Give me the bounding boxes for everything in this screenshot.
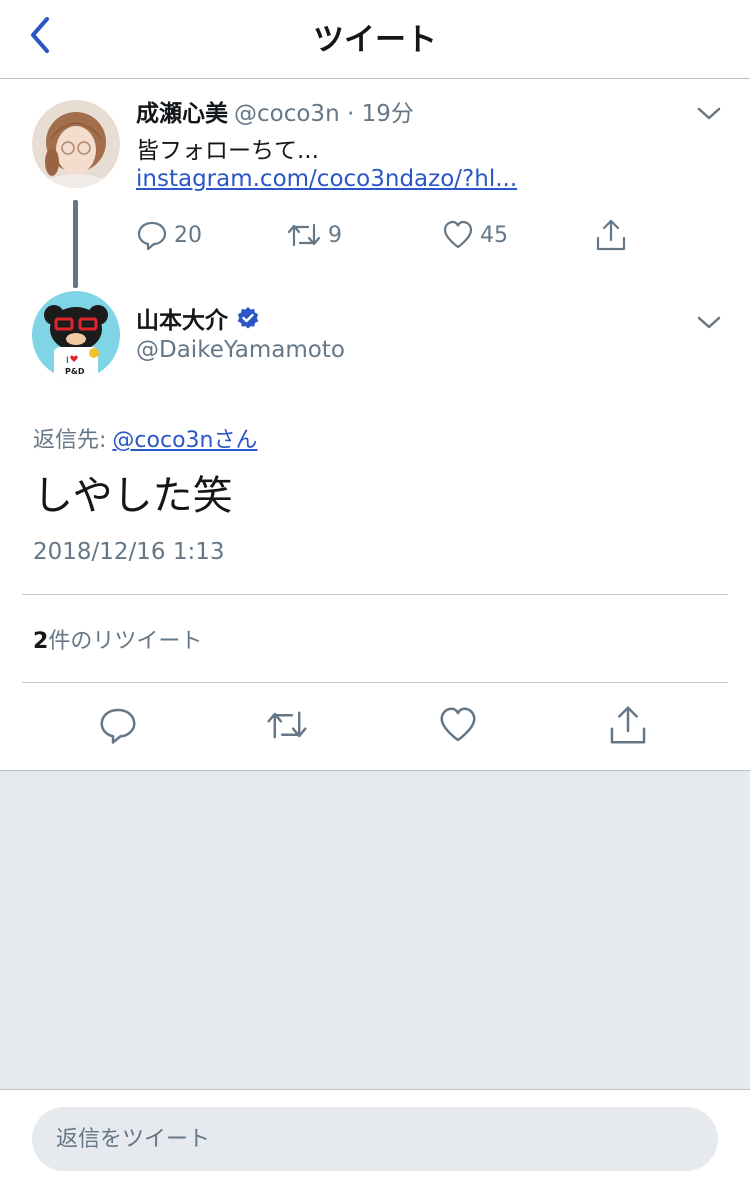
chevron-down-icon[interactable] — [694, 101, 724, 125]
share-icon — [610, 706, 646, 744]
tweet-detail: 成瀬心美 @coco3n · 19分 皆フォローちて... instagram.c… — [0, 79, 750, 771]
reply-icon — [100, 708, 136, 744]
retweet-action[interactable]: 9 — [286, 215, 342, 255]
verified-badge-icon — [237, 307, 259, 329]
thread-connector — [73, 200, 78, 288]
avatar[interactable]: I P&D — [32, 291, 120, 379]
svg-text:I: I — [66, 356, 69, 366]
svg-text:P&D: P&D — [65, 367, 85, 376]
reply-button[interactable] — [96, 703, 140, 747]
tweet-author: 山本大介 — [136, 301, 260, 335]
tweet-handle: @DaikeYamamoto — [136, 337, 345, 363]
like-count: 45 — [480, 222, 508, 248]
display-name[interactable]: 成瀬心美 — [136, 101, 228, 127]
avatar[interactable] — [32, 100, 120, 188]
parent-tweet-header: 成瀬心美 @coco3n · 19分 — [136, 94, 414, 128]
retweet-count: 9 — [328, 222, 342, 248]
page-title: ツイート — [313, 22, 437, 58]
parent-tweet-text: 皆フォローちて... — [136, 138, 319, 164]
divider — [22, 594, 728, 595]
share-action[interactable] — [594, 215, 628, 255]
reply-bar — [0, 1089, 750, 1181]
reply-input[interactable] — [32, 1107, 718, 1171]
navigation-bar: ツイート — [0, 0, 750, 79]
retweet-number: 2 — [33, 629, 49, 654]
retweet-label: 件のリツイート — [48, 629, 203, 654]
handle-time: @coco3n · 19分 — [234, 101, 414, 127]
retweet-icon — [267, 711, 307, 739]
reply-icon — [137, 221, 167, 251]
divider — [22, 682, 728, 683]
reply-to-line: 返信先: @coco3nさん — [33, 422, 257, 454]
tweet-timestamp: 2018/12/16 1:13 — [33, 539, 225, 565]
retweet-button[interactable] — [265, 703, 309, 747]
like-button[interactable] — [436, 703, 480, 747]
share-icon — [596, 219, 626, 251]
chevron-down-icon[interactable] — [694, 310, 724, 334]
heart-icon — [443, 220, 473, 249]
display-name[interactable]: 山本大介 — [136, 301, 228, 335]
reply-to-mention[interactable]: @coco3nさん — [112, 428, 257, 453]
retweet-summary[interactable]: 2件のリツイート — [33, 623, 202, 655]
parent-tweet-link[interactable]: instagram.com/coco3ndazo/?hl... — [136, 166, 517, 192]
heart-icon — [440, 707, 476, 742]
retweet-icon — [287, 223, 321, 247]
tweet-text: しやした笑 — [33, 473, 233, 519]
share-button[interactable] — [606, 703, 650, 747]
reply-to-label: 返信先: — [33, 428, 107, 453]
like-action[interactable]: 45 — [442, 215, 508, 255]
reply-action[interactable]: 20 — [136, 215, 202, 255]
reply-count: 20 — [174, 222, 202, 248]
